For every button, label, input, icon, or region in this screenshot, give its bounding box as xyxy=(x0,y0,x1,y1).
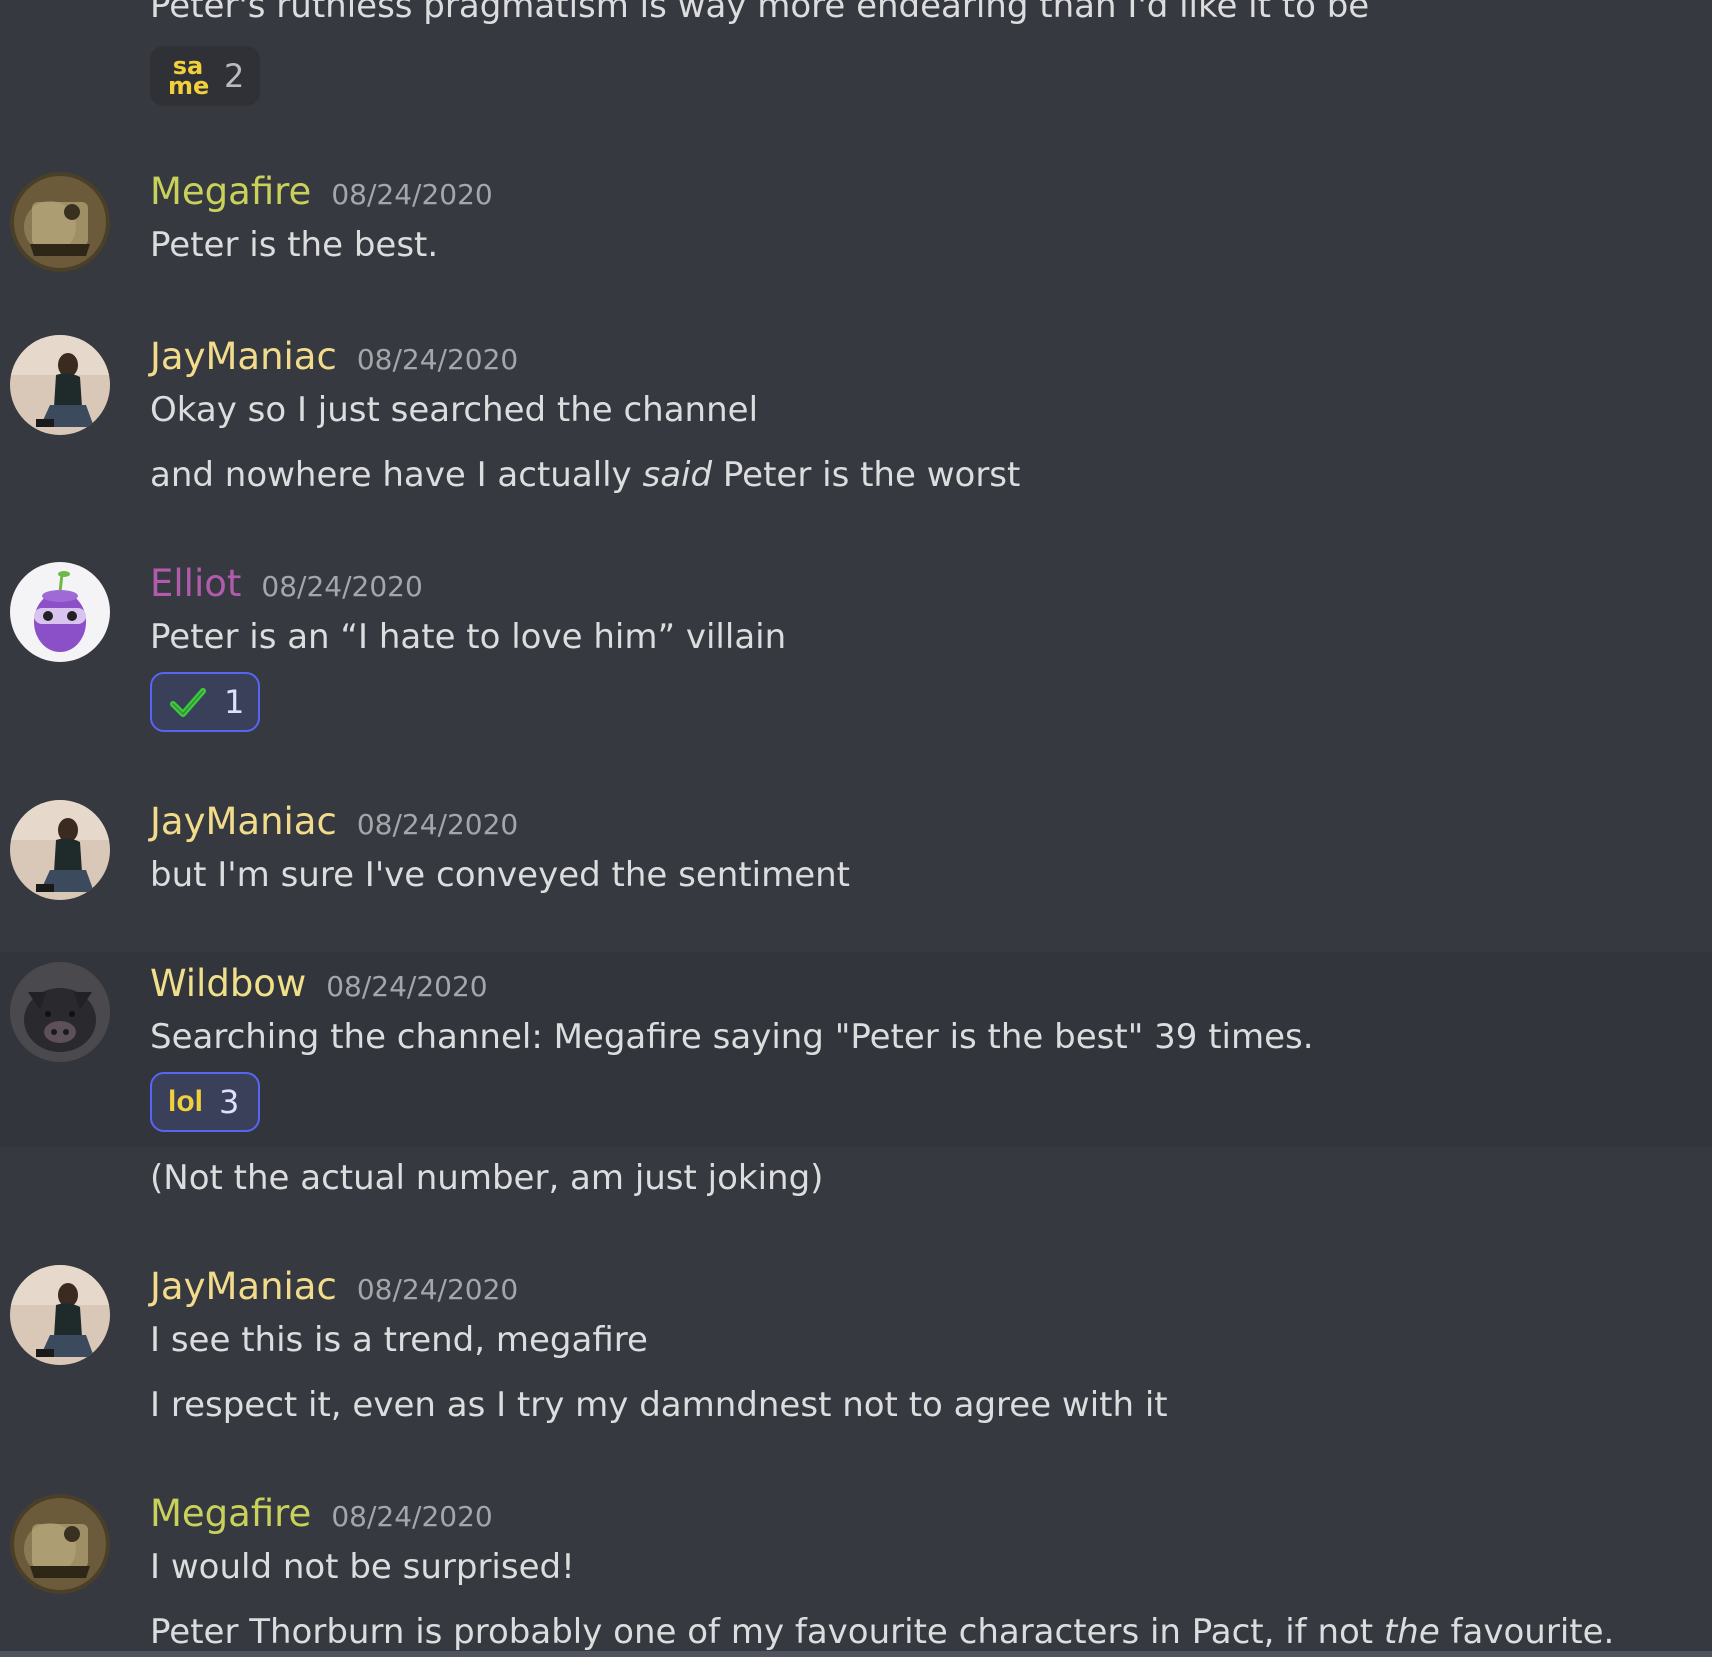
username[interactable]: Elliot xyxy=(150,562,241,605)
timestamp: 08/24/2020 xyxy=(261,570,423,603)
reaction-lol[interactable]: lol 3 xyxy=(150,1072,260,1132)
message-text: Okay so I just searched the channel xyxy=(150,390,759,430)
reaction-count: 1 xyxy=(224,683,245,721)
username[interactable]: Wildbow xyxy=(150,962,306,1005)
username[interactable]: JayManiac xyxy=(150,800,337,843)
megafire-avatar[interactable] xyxy=(10,172,110,272)
wildbow-avatar[interactable] xyxy=(10,962,110,1062)
message-group: Elliot 08/24/2020 Peter is an “I hate to … xyxy=(0,552,1712,752)
timestamp: 08/24/2020 xyxy=(326,970,488,1003)
horizontal-scrollbar[interactable] xyxy=(0,1651,1712,1657)
timestamp: 08/24/2020 xyxy=(356,1273,519,1306)
username[interactable]: JayManiac xyxy=(150,335,337,378)
message-text: and nowhere have I actually said Peter i… xyxy=(150,455,1021,495)
message-text: Peter Thorburn is probably one of my fav… xyxy=(150,1612,1615,1652)
message-text: but I'm sure I've conveyed the sentiment xyxy=(150,855,851,895)
username[interactable]: Megafire xyxy=(150,1492,311,1535)
timestamp: 08/24/2020 xyxy=(331,178,493,211)
timestamp: 08/24/2020 xyxy=(356,343,519,376)
megafire-avatar[interactable] xyxy=(10,1494,110,1594)
timestamp: 08/24/2020 xyxy=(331,1500,493,1533)
message-text: I respect it, even as I try my damndnest… xyxy=(150,1385,1168,1425)
message-followup: (Not the actual number, am just joking) xyxy=(0,1147,1712,1227)
reaction-count: 3 xyxy=(219,1083,240,1121)
message-group: JayManiac 08/24/2020 I see this is a tren… xyxy=(0,1255,1712,1445)
chat-message-list: Peter's ruthless pragmatism is way more … xyxy=(0,0,1712,1657)
message-text: Peter is the best. xyxy=(150,225,439,265)
message-group: JayManiac 08/24/2020 Okay so I just searc… xyxy=(0,325,1712,515)
jaymaniac-avatar[interactable] xyxy=(10,800,110,900)
jaymaniac-avatar[interactable] xyxy=(10,335,110,435)
elliot-avatar[interactable] xyxy=(10,562,110,662)
message-group: Megafire 08/24/2020 I would not be surpri… xyxy=(0,1482,1712,1657)
message-text: Searching the channel: Megafire saying "… xyxy=(150,1017,1314,1057)
username[interactable]: Megafire xyxy=(150,170,311,213)
username[interactable]: JayManiac xyxy=(150,1265,337,1308)
lol-emoji-icon: lol xyxy=(168,1085,203,1118)
message-group-top: Peter's ruthless pragmatism is way more … xyxy=(0,0,1712,130)
same-emoji-icon: sa me xyxy=(168,52,210,100)
message-group-highlighted: Wildbow 08/24/2020 Searching the channel:… xyxy=(0,952,1712,1147)
reaction-count: 2 xyxy=(224,57,245,95)
message-text: I see this is a trend, megafire xyxy=(150,1320,648,1360)
message-text: (Not the actual number, am just joking) xyxy=(150,1158,824,1198)
message-text: I would not be surprised! xyxy=(150,1547,575,1587)
jaymaniac-avatar[interactable] xyxy=(10,1265,110,1365)
timestamp: 08/24/2020 xyxy=(356,808,519,841)
checkmark-icon xyxy=(170,688,206,717)
reaction-checkmark[interactable]: 1 xyxy=(150,672,260,732)
message-text: Peter is an “I hate to love him” villain xyxy=(150,617,787,657)
message-text: Peter's ruthless pragmatism is way more … xyxy=(150,0,1370,26)
reaction-same[interactable]: sa me 2 xyxy=(150,46,260,106)
message-group: JayManiac 08/24/2020 but I'm sure I've co… xyxy=(0,790,1712,925)
message-group: Megafire 08/24/2020 Peter is the best. xyxy=(0,160,1712,300)
